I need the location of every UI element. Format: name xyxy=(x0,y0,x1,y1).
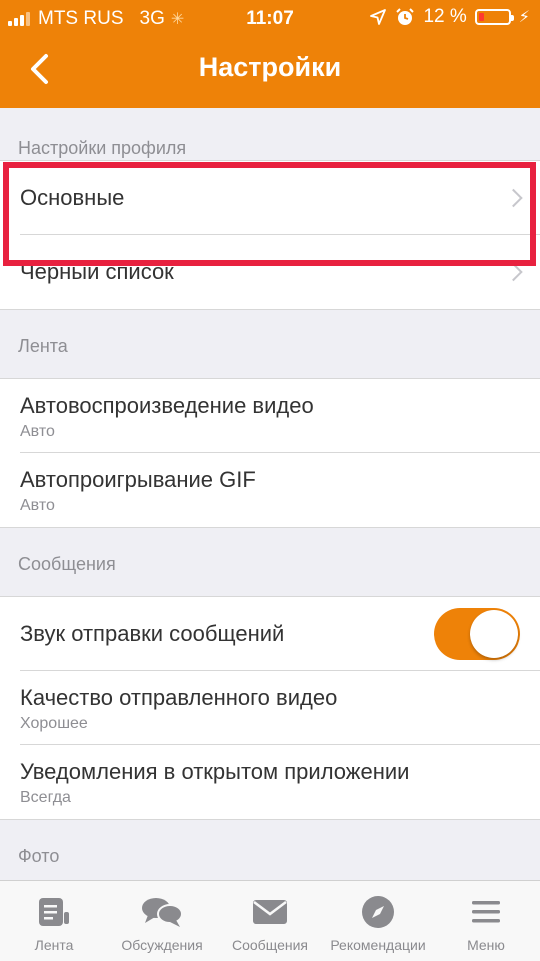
section-header-feed: Лента xyxy=(18,336,68,356)
settings-item-value: Авто xyxy=(20,423,55,440)
alarm-icon xyxy=(396,8,415,25)
settings-item-video-autoplay[interactable]: Автовоспроизведение видео Авто xyxy=(20,379,540,453)
tab-messages[interactable]: Сообщения xyxy=(216,881,324,961)
chevron-right-icon xyxy=(504,188,523,207)
compass-icon xyxy=(362,896,394,928)
settings-item-in-app-notifications[interactable]: Уведомления в открытом приложении Всегда xyxy=(20,745,540,819)
charging-icon: ⚡ xyxy=(518,9,530,26)
settings-item-label: Уведомления в открытом приложении xyxy=(20,759,410,784)
settings-item-value: Авто xyxy=(20,497,55,514)
settings-item-label: Автопроигрывание GIF xyxy=(20,467,256,492)
settings-item-value: Хорошее xyxy=(20,715,88,732)
settings-item-blacklist[interactable]: Чёрный список xyxy=(20,235,540,309)
chevron-right-icon xyxy=(504,262,523,282)
tab-label: Рекомендации xyxy=(330,937,426,953)
toggle-knob xyxy=(470,609,518,658)
menu-icon xyxy=(472,901,500,923)
settings-item-label: Звук отправки сообщений xyxy=(20,620,285,646)
section-header-photo: Фото xyxy=(18,846,60,866)
battery-icon xyxy=(474,9,514,25)
settings-item-label: Автовоспроизведение видео xyxy=(20,393,314,418)
tab-bar: Лента Обсуждения Сообщения Рекомендации … xyxy=(0,880,540,961)
tab-label: Сообщения xyxy=(232,937,308,953)
settings-item-label: Качество отправленного видео xyxy=(20,685,338,710)
mail-icon xyxy=(253,900,287,924)
settings-item-send-sound: Звук отправки сообщений xyxy=(20,597,540,671)
page-title: Настройки xyxy=(198,52,342,82)
tab-label: Лента xyxy=(34,937,74,953)
group-profile: Основные Чёрный список xyxy=(0,160,540,310)
settings-item-video-quality[interactable]: Качество отправленного видео Хорошее xyxy=(20,671,540,745)
send-sound-toggle[interactable] xyxy=(434,607,520,660)
feed-icon xyxy=(39,898,69,926)
status-bar: MTS RUS 3G ✳ 11:07 12 % ⚡ xyxy=(0,0,540,36)
tab-recommendations[interactable]: Рекомендации xyxy=(324,881,432,961)
battery-percent: 12 % xyxy=(423,6,467,27)
settings-list: Настройки профиля Основные Чёрный список… xyxy=(0,108,540,888)
tab-label: Обсуждения xyxy=(121,937,203,953)
location-icon xyxy=(370,9,387,25)
section-header-messages: Сообщения xyxy=(18,554,116,574)
tab-menu[interactable]: Меню xyxy=(432,881,540,961)
settings-item-gif-autoplay[interactable]: Автопроигрывание GIF Авто xyxy=(20,453,540,527)
settings-item-main[interactable]: Основные xyxy=(20,161,540,235)
section-header-profile: Настройки профиля xyxy=(18,138,187,158)
group-feed: Автовоспроизведение видео Авто Автопроиг… xyxy=(0,378,540,528)
top-bar: MTS RUS 3G ✳ 11:07 12 % ⚡ Настройки xyxy=(0,0,540,108)
discussions-icon xyxy=(142,898,183,927)
settings-item-label: Основные xyxy=(20,184,125,210)
settings-item-value: Всегда xyxy=(20,789,71,806)
group-messages: Звук отправки сообщений Качество отправл… xyxy=(0,596,540,820)
tab-label: Меню xyxy=(467,937,505,953)
tab-feed[interactable]: Лента xyxy=(0,881,108,961)
tab-discussions[interactable]: Обсуждения xyxy=(108,881,216,961)
settings-item-label: Чёрный список xyxy=(20,259,174,284)
